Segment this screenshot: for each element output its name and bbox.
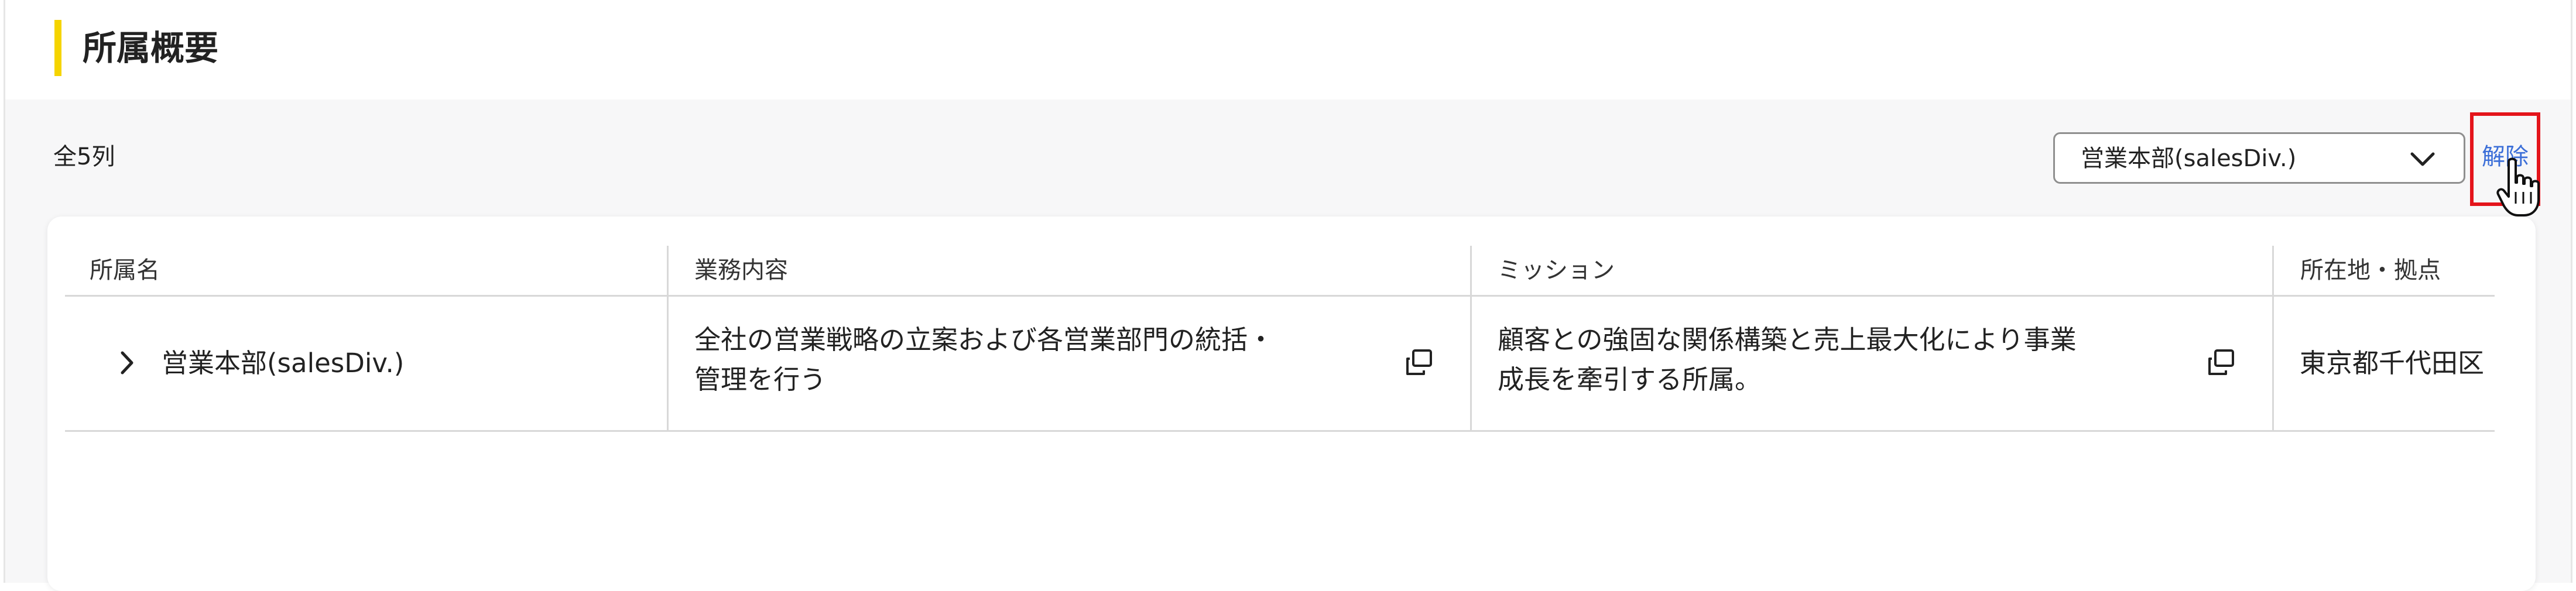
affiliation-name: 営業本部(salesDiv.): [162, 348, 405, 379]
business-text-line2: 管理を行う: [694, 364, 827, 395]
affiliation-table-card: 所属名 業務内容 ミッション 所在地・拠点 営業本部(salesDiv.) 全社…: [47, 217, 2536, 591]
hand-pointer-cursor-icon: [2496, 157, 2540, 217]
column-divider: [667, 297, 669, 432]
column-divider: [667, 246, 669, 297]
row-count-label: 全5列: [53, 143, 115, 170]
column-divider: [1470, 246, 1472, 297]
cell-business: 全社の営業戦略の立案および各営業部門の統括・ 管理を行う: [669, 297, 1470, 430]
table-row[interactable]: 営業本部(salesDiv.) 全社の営業戦略の立案および各営業部門の統括・ 管…: [65, 297, 2495, 432]
copy-icon[interactable]: [2206, 347, 2236, 377]
column-header-location: 所在地・拠点: [2300, 257, 2441, 284]
chevron-down-icon: [2410, 152, 2435, 166]
column-divider: [1470, 297, 1472, 432]
affiliation-filter-select[interactable]: 営業本部(salesDiv.): [2053, 132, 2465, 184]
column-header-mission: ミッション: [1498, 257, 1615, 284]
filter-select-value: 営業本部(salesDiv.): [2081, 145, 2297, 172]
column-header-name: 所属名: [90, 257, 160, 284]
section-header: 所属概要: [5, 0, 2571, 99]
column-divider: [2272, 246, 2274, 297]
location-text: 東京都千代田区: [2300, 348, 2485, 379]
cell-name: 営業本部(salesDiv.): [65, 297, 667, 430]
mission-text-line1: 顧客との強固な関係構築と売上最大化により事業: [1498, 324, 2077, 355]
affiliation-overview-panel: 所属概要 全5列 営業本部(salesDiv.) 解除 所属名 業務内容 ミッシ…: [4, 0, 2572, 591]
column-divider: [2272, 297, 2274, 432]
cell-location: 東京都千代田区: [2274, 297, 2495, 430]
table-header-row: 所属名 業務内容 ミッション 所在地・拠点: [65, 246, 2495, 297]
chevron-right-icon[interactable]: [118, 348, 135, 377]
title-accent-bar: [54, 20, 61, 76]
mission-text-line2: 成長を牽引する所属。: [1498, 364, 1762, 395]
column-header-business: 業務内容: [694, 257, 788, 284]
copy-icon[interactable]: [1404, 347, 1434, 377]
business-text-line1: 全社の営業戦略の立案および各営業部門の統括・: [694, 324, 1275, 355]
cell-mission: 顧客との強固な関係構築と売上最大化により事業 成長を牽引する所属。: [1472, 297, 2272, 430]
affiliation-table: 所属名 業務内容 ミッション 所在地・拠点 営業本部(salesDiv.) 全社…: [65, 246, 2495, 432]
section-title: 所属概要: [83, 28, 219, 68]
